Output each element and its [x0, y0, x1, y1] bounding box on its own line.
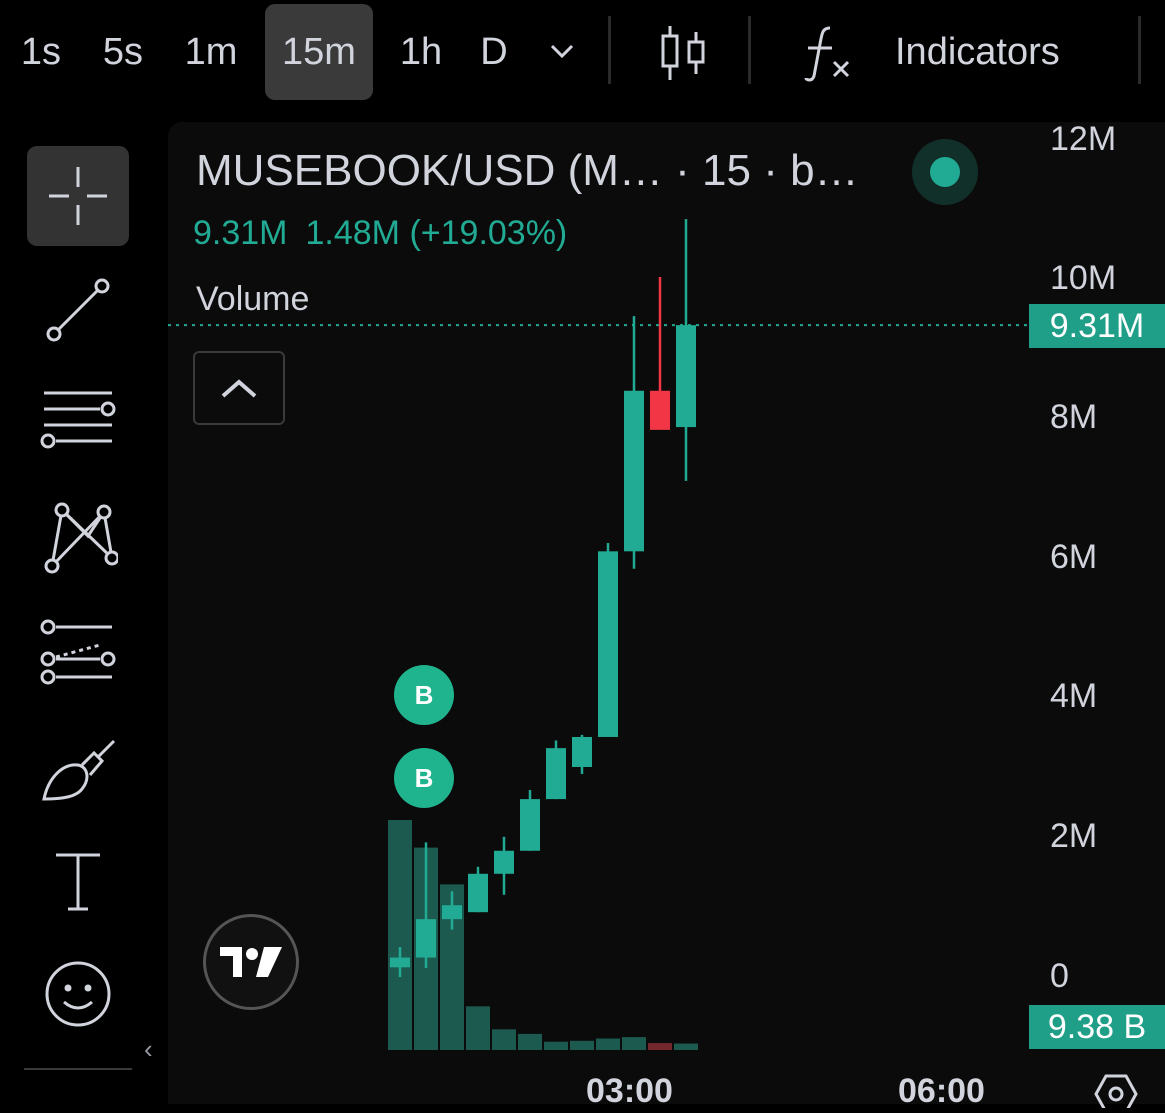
- symbol-title[interactable]: MUSEBOOK/USD (M… · 15 · b…: [196, 146, 859, 196]
- volume-bar: [544, 1041, 568, 1050]
- volume-tag: 9.38 B: [1029, 1005, 1165, 1049]
- y-tick-6m: 6M: [1050, 538, 1098, 576]
- volume-bar: [570, 1040, 594, 1050]
- candle-body: [442, 905, 462, 920]
- last-price-tag: 9.31M: [1029, 304, 1165, 348]
- candle-body: [494, 850, 514, 874]
- volume-bar: [622, 1037, 646, 1050]
- tradingview-logo[interactable]: [203, 914, 299, 1010]
- y-tick-8m: 8M: [1050, 398, 1098, 436]
- candle-body: [624, 390, 644, 552]
- volume-bar: [648, 1043, 672, 1050]
- legend-collapse-button[interactable]: [193, 351, 285, 425]
- y-tick-10m: 10M: [1050, 259, 1117, 297]
- market-status-icon[interactable]: [912, 139, 978, 205]
- x-tick-0300: 03:00: [586, 1072, 673, 1110]
- legend-close: 9.31M: [193, 214, 288, 252]
- legend-change: 1.48M (+19.03%): [305, 214, 568, 252]
- y-tick-0: 0: [1050, 957, 1069, 995]
- y-tick-4m: 4M: [1050, 677, 1098, 715]
- y-tick-2m: 2M: [1050, 817, 1098, 855]
- candle-body: [546, 748, 566, 800]
- ohlc-legend: 9.31M 1.48M (+19.03%): [193, 214, 585, 253]
- volume-bar: [674, 1043, 698, 1050]
- volume-legend[interactable]: Volume: [196, 280, 309, 319]
- candle-body: [416, 919, 436, 958]
- candle-body: [676, 325, 696, 428]
- candle-body: [468, 873, 488, 913]
- volume-bar: [492, 1029, 516, 1050]
- x-tick-0600: 06:00: [898, 1072, 985, 1110]
- buy-marker[interactable]: B: [394, 748, 454, 808]
- volume-bar: [596, 1038, 620, 1050]
- chevron-up-icon: [221, 379, 257, 398]
- candle-body: [390, 957, 410, 968]
- buy-marker[interactable]: B: [394, 665, 454, 725]
- candle-body: [572, 736, 592, 767]
- settings-icon[interactable]: [1092, 1074, 1140, 1113]
- candle-body: [520, 799, 540, 851]
- volume-bar: [466, 1006, 490, 1050]
- candle-body: [598, 551, 618, 737]
- volume-bar: [388, 820, 412, 1050]
- candle-body: [650, 390, 670, 430]
- y-tick-12m: 12M: [1050, 120, 1117, 158]
- volume-bar: [518, 1033, 542, 1050]
- tradingview-icon: [220, 947, 282, 977]
